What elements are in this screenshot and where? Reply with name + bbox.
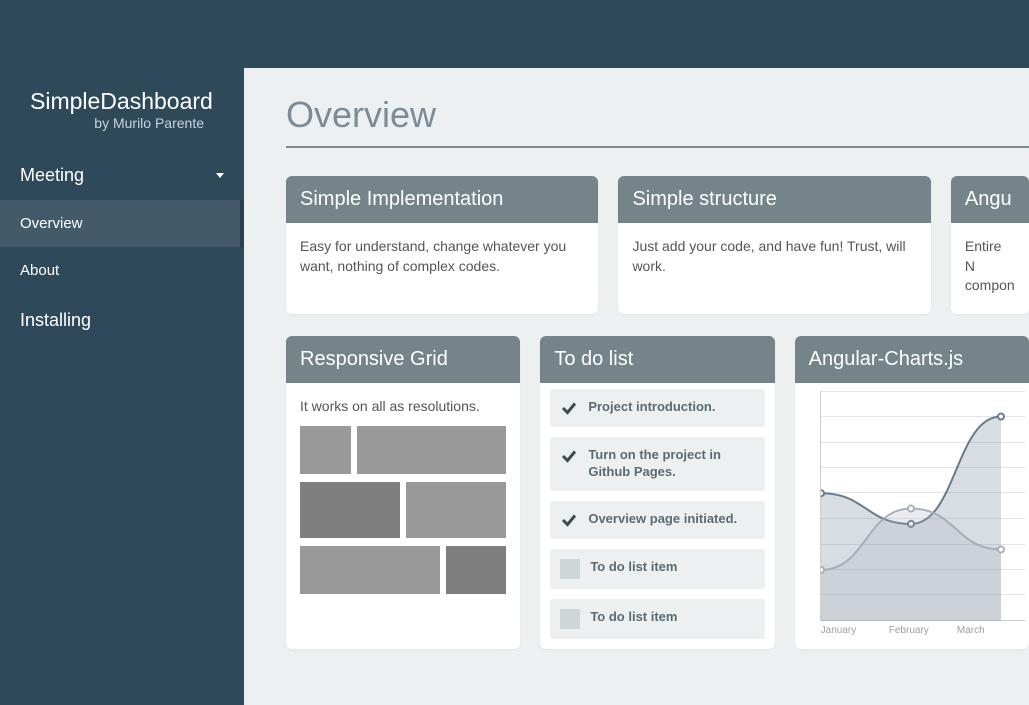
checkbox-empty-icon[interactable] (560, 609, 580, 629)
todo-item[interactable]: Project introduction. (550, 389, 764, 427)
cards-row-top: Simple Implementation Easy for understan… (286, 176, 1029, 314)
card-body: Just add your code, and have fun! Trust,… (618, 223, 930, 294)
card-header: To do list (540, 336, 774, 383)
chart-lines (821, 391, 1029, 621)
grid-caption: It works on all as resolutions. (300, 397, 506, 417)
todo-text: Turn on the project in Github Pages. (588, 447, 754, 481)
chart: 85 80 75 70 65 60 55 50 45 40 (795, 383, 1029, 636)
grid-demo (300, 426, 506, 594)
sidebar-item-overview[interactable]: Overview (0, 200, 244, 247)
check-icon[interactable] (560, 511, 578, 529)
nav-section-label: Meeting (20, 165, 84, 186)
card-header: Simple structure (618, 176, 930, 223)
grid-demo-box (300, 482, 400, 538)
card-header: Angular-Charts.js (795, 336, 1029, 383)
grid-demo-box (446, 546, 506, 594)
brand-subtitle: by Murilo Parente (30, 115, 214, 131)
sidebar-item-installing[interactable]: Installing (0, 294, 244, 347)
todo-text: To do list item (590, 609, 677, 626)
card-angular-partial: Angu Entire N compon (951, 176, 1029, 314)
card-header: Angu (951, 176, 1029, 223)
todo-item[interactable]: Turn on the project in Github Pages. (550, 437, 764, 491)
todo-text: Project introduction. (588, 399, 715, 416)
todo-item[interactable]: Overview page initiated. (550, 501, 764, 539)
grid-demo-box (357, 426, 507, 474)
card-responsive-grid: Responsive Grid It works on all as resol… (286, 336, 520, 649)
checkbox-empty-icon[interactable] (560, 559, 580, 579)
title-divider (286, 146, 1029, 148)
sidebar-item-label: Installing (20, 310, 91, 330)
chart-x-axis: January February March (821, 621, 1025, 636)
grid-demo-box (300, 546, 440, 594)
chart-xtick: February (889, 625, 957, 636)
sidebar: SimpleDashboard by Murilo Parente Meetin… (0, 68, 244, 347)
sidebar-item-about[interactable]: About (0, 247, 244, 294)
grid-demo-box (300, 426, 351, 474)
sidebar-item-label: About (20, 262, 59, 279)
chart-xtick: March (957, 625, 1025, 636)
brand: SimpleDashboard by Murilo Parente (0, 68, 244, 141)
grid-demo-box (406, 482, 506, 538)
todo-list: Project introduction. Turn on the projec… (540, 383, 774, 639)
main-content: Overview Simple Implementation Easy for … (244, 68, 1029, 705)
check-icon[interactable] (560, 399, 578, 417)
brand-title: SimpleDashboard (30, 88, 214, 115)
card-body: It works on all as resolutions. (286, 383, 520, 621)
card-header: Responsive Grid (286, 336, 520, 383)
check-icon[interactable] (560, 447, 578, 465)
todo-text: To do list item (590, 559, 677, 576)
chart-xtick: January (821, 625, 889, 636)
card-simple-implementation: Simple Implementation Easy for understan… (286, 176, 598, 314)
nav-section-header[interactable]: Meeting (0, 151, 244, 200)
card-body: Easy for understand, change whatever you… (286, 223, 598, 294)
nav-section: Meeting Overview About Installing (0, 151, 244, 347)
todo-item[interactable]: To do list item (550, 549, 764, 589)
cards-row-bottom: Responsive Grid It works on all as resol… (286, 336, 1029, 649)
card-todo-list: To do list Project introduction. Turn on… (540, 336, 774, 649)
chevron-down-icon (216, 173, 224, 178)
sidebar-item-label: Overview (20, 215, 83, 232)
card-header: Simple Implementation (286, 176, 598, 223)
card-body: Entire N compon (951, 223, 1029, 314)
todo-text: Overview page initiated. (588, 511, 737, 528)
chart-plot-area (820, 391, 1025, 621)
card-angular-charts: Angular-Charts.js 85 80 75 70 65 60 55 5… (795, 336, 1029, 649)
todo-item[interactable]: To do list item (550, 599, 764, 639)
card-simple-structure: Simple structure Just add your code, and… (618, 176, 930, 314)
page-title: Overview (286, 94, 1029, 136)
